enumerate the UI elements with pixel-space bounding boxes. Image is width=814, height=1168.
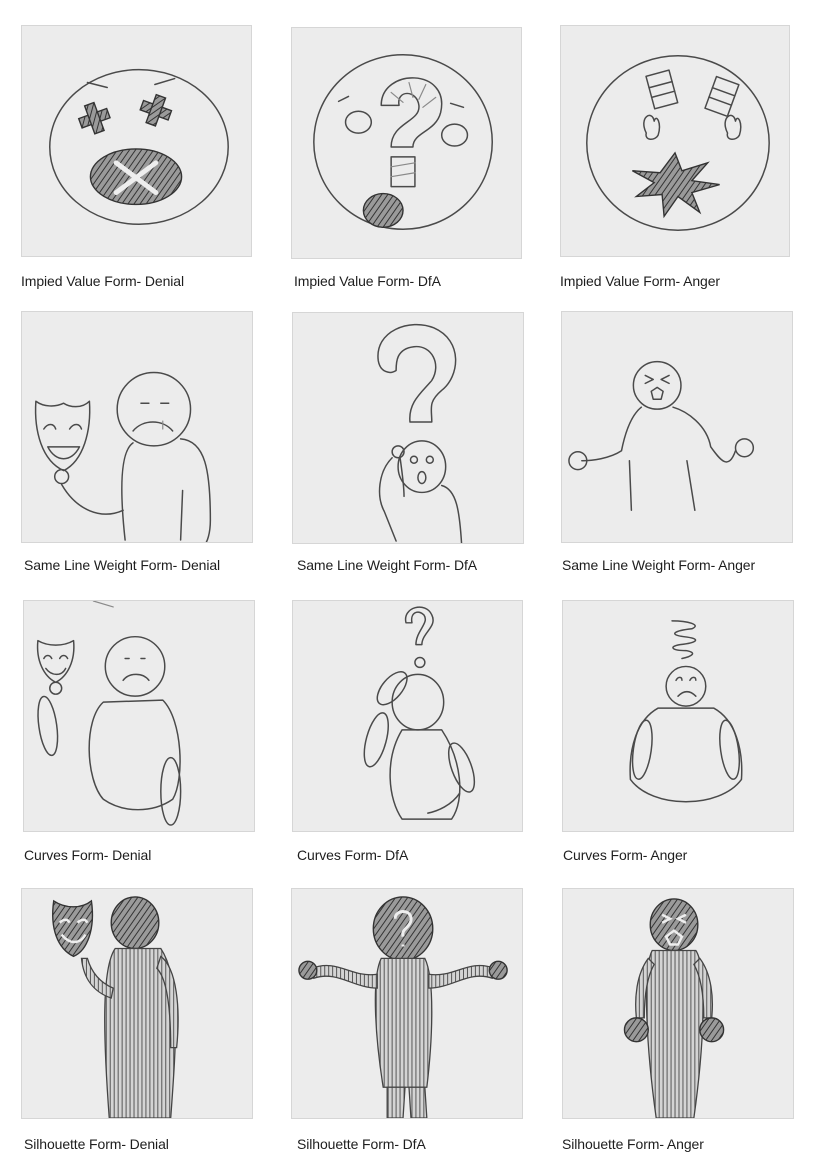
caption: Impied Value Form- Denial bbox=[21, 273, 184, 289]
drawing-implied-value-dfa bbox=[291, 27, 522, 259]
drawing-same-line-weight-anger bbox=[561, 311, 793, 543]
caption: Silhouette Form- Anger bbox=[562, 1136, 704, 1152]
caption: Same Line Weight Form- DfA bbox=[297, 557, 477, 573]
drawing-curves-dfa bbox=[292, 600, 523, 832]
drawing-implied-value-denial bbox=[21, 25, 252, 257]
drawing-same-line-weight-denial bbox=[21, 311, 253, 543]
drawing-silhouette-denial bbox=[21, 888, 253, 1119]
drawing-silhouette-anger bbox=[562, 888, 794, 1119]
drawing-curves-anger bbox=[562, 600, 794, 832]
drawing-curves-denial bbox=[23, 600, 255, 832]
caption: Silhouette Form- DfA bbox=[297, 1136, 426, 1152]
caption: Curves Form- DfA bbox=[297, 847, 409, 863]
caption: Silhouette Form- Denial bbox=[24, 1136, 169, 1152]
drawing-same-line-weight-dfa bbox=[292, 312, 524, 544]
drawing-implied-value-anger bbox=[560, 25, 790, 257]
caption: Curves Form- Denial bbox=[24, 847, 152, 863]
drawing-silhouette-dfa bbox=[291, 888, 523, 1119]
caption: Same Line Weight Form- Denial bbox=[24, 557, 221, 573]
caption: Curves Form- Anger bbox=[563, 847, 688, 863]
caption: Same Line Weight Form- Anger bbox=[562, 557, 756, 573]
caption: Impied Value Form- Anger bbox=[560, 273, 720, 289]
caption: Impied Value Form- DfA bbox=[294, 273, 441, 289]
